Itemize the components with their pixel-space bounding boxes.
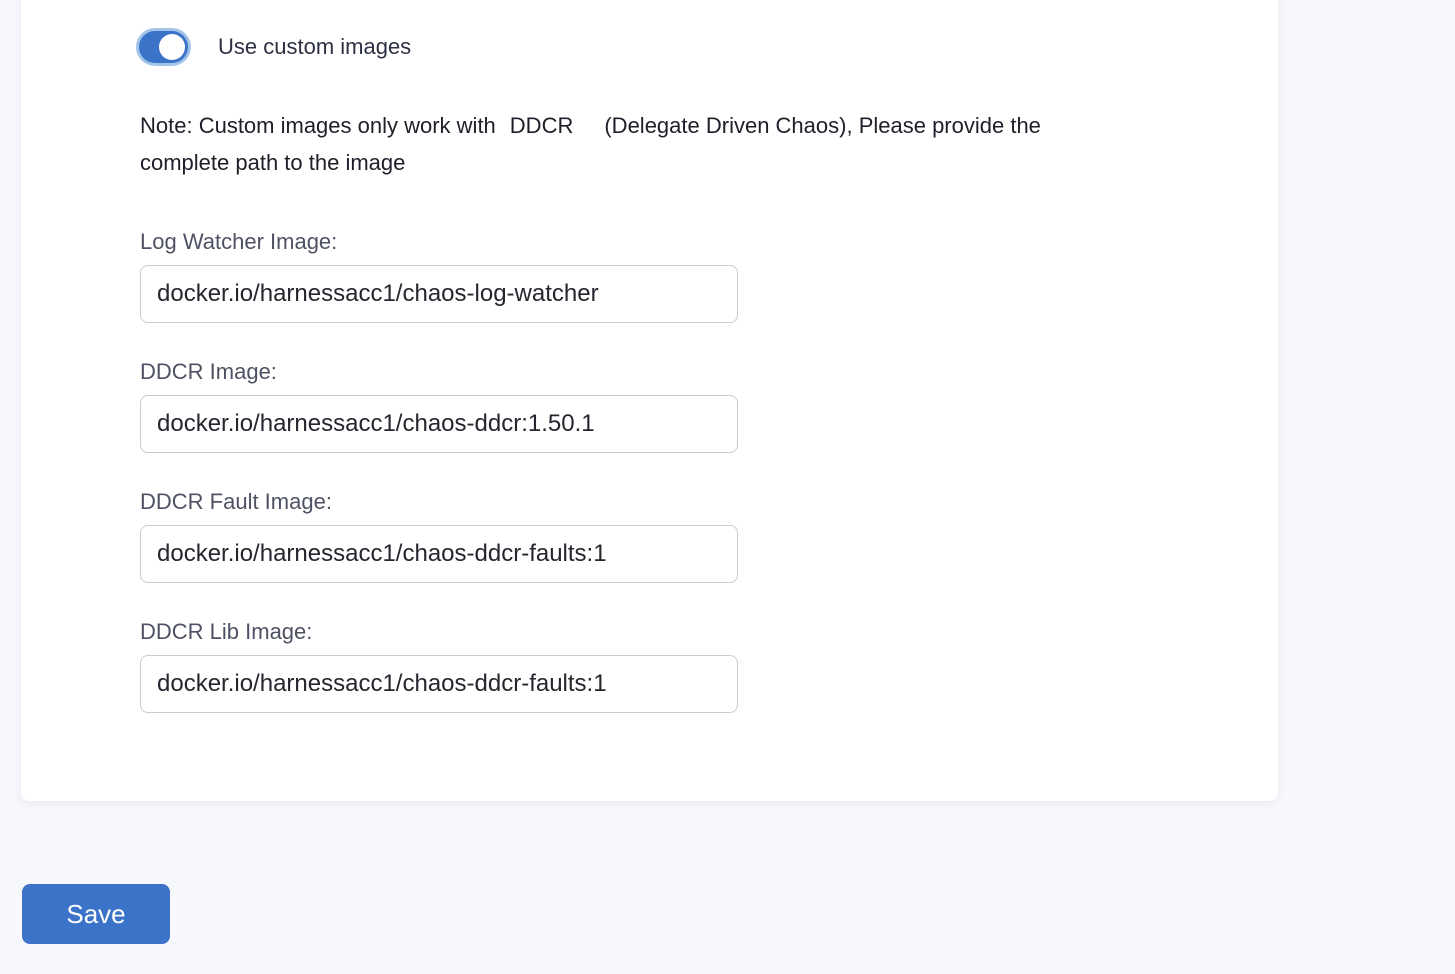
log-watcher-image-label: Log Watcher Image: xyxy=(140,229,738,255)
save-button[interactable]: Save xyxy=(22,884,170,944)
ddcr-image-input[interactable] xyxy=(140,395,738,453)
log-watcher-image-input[interactable] xyxy=(140,265,738,323)
ddcr-lib-image-field: DDCR Lib Image: xyxy=(140,619,738,713)
ddcr-image-field: DDCR Image: xyxy=(140,359,738,453)
page: Use custom images Note: Custom images on… xyxy=(0,0,1455,974)
ddcr-fault-image-label: DDCR Fault Image: xyxy=(140,489,738,515)
log-watcher-image-field: Log Watcher Image: xyxy=(140,229,738,323)
settings-card: Use custom images Note: Custom images on… xyxy=(21,0,1278,801)
note-line-2: complete path to the image xyxy=(140,144,1041,181)
toggle-knob xyxy=(159,34,185,60)
custom-images-note: Note: Custom images only work with DDCR (D… xyxy=(140,107,1041,181)
note-ddcr-term: DDCR xyxy=(510,107,574,144)
ddcr-lib-image-label: DDCR Lib Image: xyxy=(140,619,738,645)
use-custom-images-row: Use custom images xyxy=(136,28,411,66)
use-custom-images-toggle[interactable] xyxy=(136,28,191,66)
ddcr-fault-image-field: DDCR Fault Image: xyxy=(140,489,738,583)
note-line-1: Note: Custom images only work with DDCR (D… xyxy=(140,107,1041,144)
note-line1-after: (Delegate Driven Chaos), Please provide … xyxy=(604,113,1041,138)
use-custom-images-label: Use custom images xyxy=(218,34,411,60)
ddcr-fault-image-input[interactable] xyxy=(140,525,738,583)
ddcr-image-label: DDCR Image: xyxy=(140,359,738,385)
note-line1-before: Note: Custom images only work with xyxy=(140,113,496,138)
ddcr-lib-image-input[interactable] xyxy=(140,655,738,713)
